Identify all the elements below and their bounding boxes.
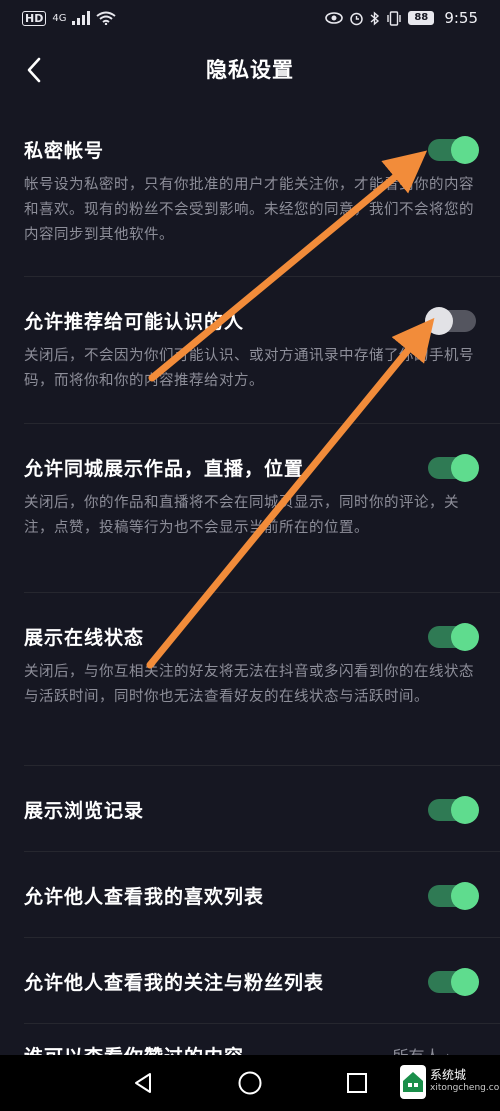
toggle-knob xyxy=(451,453,479,482)
divider xyxy=(24,1023,500,1024)
setting-row-head: 展示在线状态 xyxy=(24,622,479,651)
toggle-knob xyxy=(451,881,479,910)
setting-row-head: 允许他人查看我的喜欢列表 xyxy=(24,881,479,910)
private-account-toggle[interactable] xyxy=(428,135,479,164)
setting-private-account: 私密帐号 帐号设为私密时，只有你批准的用户才能关注你，才能看到你的内容和喜欢。现… xyxy=(0,104,500,276)
eye-icon xyxy=(325,12,344,24)
setting-local-display: 允许同城展示作品，直播，位置 关闭后，你的作品和直播将不会在同城页显示，同时你的… xyxy=(0,424,500,592)
setting-recommend-to-contacts: 允许推荐给可能认识的人 关闭后，不会因为你们可能认识、或对方通讯录中存储了你的手… xyxy=(0,277,500,423)
nav-back-button[interactable] xyxy=(125,1065,161,1101)
online-status-toggle[interactable] xyxy=(428,622,479,651)
setting-browsing-history: 展示浏览记录 xyxy=(0,766,500,851)
setting-row-head: 展示浏览记录 xyxy=(24,795,479,824)
clock: 9:55 xyxy=(444,9,478,27)
status-bar-right: 88 9:55 xyxy=(325,9,478,27)
recommend-toggle[interactable] xyxy=(425,306,476,335)
like-list-toggle[interactable] xyxy=(428,881,479,910)
toggle-knob xyxy=(451,795,479,824)
setting-label: 允许同城展示作品，直播，位置 xyxy=(24,458,305,480)
signal-icon xyxy=(72,11,91,25)
setting-row-head: 允许同城展示作品，直播，位置 xyxy=(24,453,479,482)
follow-list-toggle[interactable] xyxy=(428,967,479,996)
setting-row-head: 允许他人查看我的关注与粉丝列表 xyxy=(24,967,479,996)
nav-header: 隐私设置 xyxy=(0,44,500,96)
setting-online-status: 展示在线状态 关闭后，与你互相关注的好友将无法在抖音或多闪看到你的在线状态与活跃… xyxy=(0,593,500,765)
settings-list: 私密帐号 帐号设为私密时，只有你批准的用户才能关注你，才能看到你的内容和喜欢。现… xyxy=(0,104,500,1024)
setting-description: 关闭后，与你互相关注的好友将无法在抖音或多闪看到你的在线状态与活跃时间，同时你也… xyxy=(24,664,474,705)
setting-label: 展示在线状态 xyxy=(24,627,145,649)
local-display-toggle[interactable] xyxy=(428,453,479,482)
house-icon xyxy=(403,1072,423,1092)
watermark: 系统城 xitongcheng.com xyxy=(400,1061,500,1103)
vibrate-icon xyxy=(387,10,402,26)
watermark-url: xitongcheng.com xyxy=(430,1083,500,1093)
hd-badge: HD xyxy=(22,10,47,26)
square-recents-icon xyxy=(346,1073,367,1093)
setting-label: 展示浏览记录 xyxy=(24,800,145,822)
network-type: 4G xyxy=(52,12,67,24)
page-title: 隐私设置 xyxy=(206,57,294,82)
nav-home-button[interactable] xyxy=(232,1065,268,1101)
setting-row-head: 允许推荐给可能认识的人 xyxy=(24,306,476,335)
toggle-knob xyxy=(451,135,479,164)
toggle-knob xyxy=(425,306,453,335)
toggle-knob xyxy=(451,622,479,651)
toggle-knob xyxy=(451,967,479,996)
setting-description: 关闭后，你的作品和直播将不会在同城页显示，同时你的评论，关注，点赞，投稿等行为也… xyxy=(24,495,459,536)
setting-description: 关闭后，不会因为你们可能认识、或对方通讯录中存储了你的手机号码，而将你和你的内容… xyxy=(24,348,474,389)
battery-indicator: 88 xyxy=(408,11,435,25)
watermark-logo xyxy=(400,1065,426,1099)
browsing-history-toggle[interactable] xyxy=(428,795,479,824)
setting-like-list: 允许他人查看我的喜欢列表 xyxy=(0,852,500,937)
status-bar: HD 4G 88 9:55 xyxy=(0,0,500,36)
bluetooth-icon xyxy=(370,10,380,26)
circle-home-icon xyxy=(238,1071,262,1095)
watermark-brand: 系统城 xyxy=(430,1068,467,1082)
setting-label: 允许他人查看我的喜欢列表 xyxy=(24,886,265,908)
alarm-icon xyxy=(350,12,364,25)
watermark-text: 系统城 xitongcheng.com xyxy=(430,1069,500,1095)
triangle-back-icon xyxy=(135,1073,152,1093)
nav-recents-button[interactable] xyxy=(339,1065,375,1101)
setting-label: 允许他人查看我的关注与粉丝列表 xyxy=(24,972,325,994)
wifi-icon xyxy=(96,11,117,25)
setting-follow-list: 允许他人查看我的关注与粉丝列表 xyxy=(0,938,500,1023)
setting-row-head: 私密帐号 xyxy=(24,135,479,164)
setting-label: 允许推荐给可能认识的人 xyxy=(24,311,245,333)
status-bar-left: HD 4G xyxy=(22,10,117,26)
setting-label: 私密帐号 xyxy=(24,140,105,162)
setting-description: 帐号设为私密时，只有你批准的用户才能关注你，才能看到你的内容和喜欢。现有的粉丝不… xyxy=(24,177,474,243)
